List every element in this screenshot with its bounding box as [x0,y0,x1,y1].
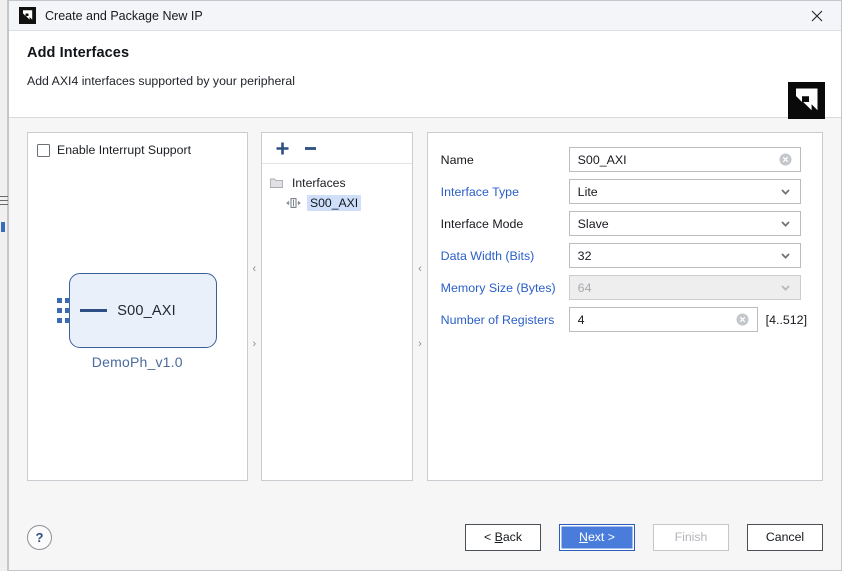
data-width-value: 32 [577,248,592,263]
name-value: S00_AXI [577,152,627,167]
chevron-down-icon [781,285,790,291]
page-title: Add Interfaces [27,45,130,61]
ip-block-port-label: S00_AXI [117,302,176,319]
wizard-navigation-buttons: < Back Next > Finish Cancel [465,523,823,551]
finish-button-label: Finish [674,530,708,544]
background-window-strip [0,0,8,571]
ip-block-shape[interactable]: S00_AXI [69,273,218,348]
folder-icon [270,178,283,188]
name-label: Name [440,152,474,167]
interface-bus-icon [286,198,301,208]
finish-button: Finish [653,523,729,551]
interface-properties-panel: Name S00_AXI Interface Type Lite Interfa… [426,132,824,481]
amd-xilinx-logo-icon [788,82,825,119]
dialog-window: Create and Package New IP Add Interfaces… [8,0,842,571]
splitter-expand-right-icon[interactable]: › [418,338,422,350]
back-button-label: < Back [484,530,522,544]
chevron-down-icon [781,253,790,259]
ip-block-diagram: S00_AXI DemoPh_v1.0 [28,273,247,370]
wizard-footer: ? < Back Next > Finish Cancel [9,504,841,570]
create-package-ip-wizard: Create and Package New IP Add Interfaces… [0,0,842,571]
tree-node-s00-axi[interactable]: S00_AXI [262,193,412,213]
interface-type-label: Interface Type [440,184,519,199]
cancel-button-label: Cancel [765,530,805,544]
form-row-interface-mode: Interface Mode Slave [441,211,807,236]
interface-mode-value: Slave [577,216,609,231]
interfaces-tree: Interfaces S00_AXI [262,164,412,480]
tree-node-label: S00_AXI [307,195,362,211]
add-interface-button[interactable] [275,141,290,156]
interface-mode-label: Interface Mode [440,216,524,231]
next-button[interactable]: Next > [559,523,635,551]
interface-mode-select[interactable]: Slave [568,211,801,236]
xilinx-logo-icon [19,7,36,24]
help-button[interactable]: ? [27,524,52,550]
splitter-expand-right-icon[interactable]: › [252,338,256,350]
remove-interface-button[interactable] [303,141,318,156]
name-input[interactable]: S00_AXI [568,147,801,172]
memory-size-value: 64 [577,280,592,295]
number-of-registers-range-hint: [4..512] [765,312,808,327]
form-row-name: Name S00_AXI [441,147,807,172]
close-button[interactable] [797,2,837,30]
ip-port-connector-icon [57,298,71,323]
next-button-label: Next > [579,530,615,544]
splitter-collapse-left-icon[interactable]: ‹ [418,263,422,275]
wizard-header: Add Interfaces Add AXI4 interfaces suppo… [9,31,841,119]
chevron-down-icon [781,221,790,227]
tree-node-label: Interfaces [292,176,346,190]
memory-size-label: Memory Size (Bytes) [440,280,556,295]
window-title: Create and Package New IP [45,8,203,23]
data-width-label: Data Width (Bits) [440,248,535,263]
clear-icon[interactable] [779,153,792,166]
tree-toolbar [262,133,413,164]
cancel-button[interactable]: Cancel [747,523,823,551]
ip-port-line-icon [80,309,108,312]
clear-icon[interactable] [736,313,749,326]
wizard-body: Enable Interrupt Support S00_AXI DemoPh_… [9,118,841,504]
title-bar: Create and Package New IP [9,1,841,31]
back-button[interactable]: < Back [465,523,541,551]
data-width-select[interactable]: 32 [568,243,801,268]
enable-interrupt-support-checkbox[interactable] [37,143,50,157]
tree-node-interfaces[interactable]: Interfaces [262,173,412,193]
form-row-data-width: Data Width (Bits) 32 [441,243,807,268]
form-row-number-of-registers: Number of Registers 4 [4..512] [441,307,807,332]
memory-size-select: 64 [568,275,801,300]
splitter-right[interactable]: ‹ › [413,132,427,481]
ip-diagram-panel: Enable Interrupt Support S00_AXI DemoPh_… [27,132,248,481]
number-of-registers-value: 4 [577,312,585,327]
form-row-interface-type: Interface Type Lite [441,179,807,204]
interfaces-tree-panel: Interfaces S00_AXI [261,132,414,481]
interface-type-value: Lite [577,184,598,199]
enable-interrupt-support-row[interactable]: Enable Interrupt Support [28,133,247,157]
number-of-registers-input[interactable]: 4 [568,307,758,332]
interface-type-select[interactable]: Lite [568,179,801,204]
enable-interrupt-support-label: Enable Interrupt Support [57,143,191,157]
form-row-memory-size: Memory Size (Bytes) 64 [441,275,807,300]
page-subtitle: Add AXI4 interfaces supported by your pe… [27,74,295,88]
number-of-registers-label: Number of Registers [440,312,555,327]
chevron-down-icon [781,189,790,195]
close-icon [811,10,823,21]
splitter-left[interactable]: ‹ › [247,132,262,481]
background-accent-bar [1,222,5,232]
splitter-collapse-left-icon[interactable]: ‹ [252,263,256,275]
ip-block-caption: DemoPh_v1.0 [91,354,183,370]
